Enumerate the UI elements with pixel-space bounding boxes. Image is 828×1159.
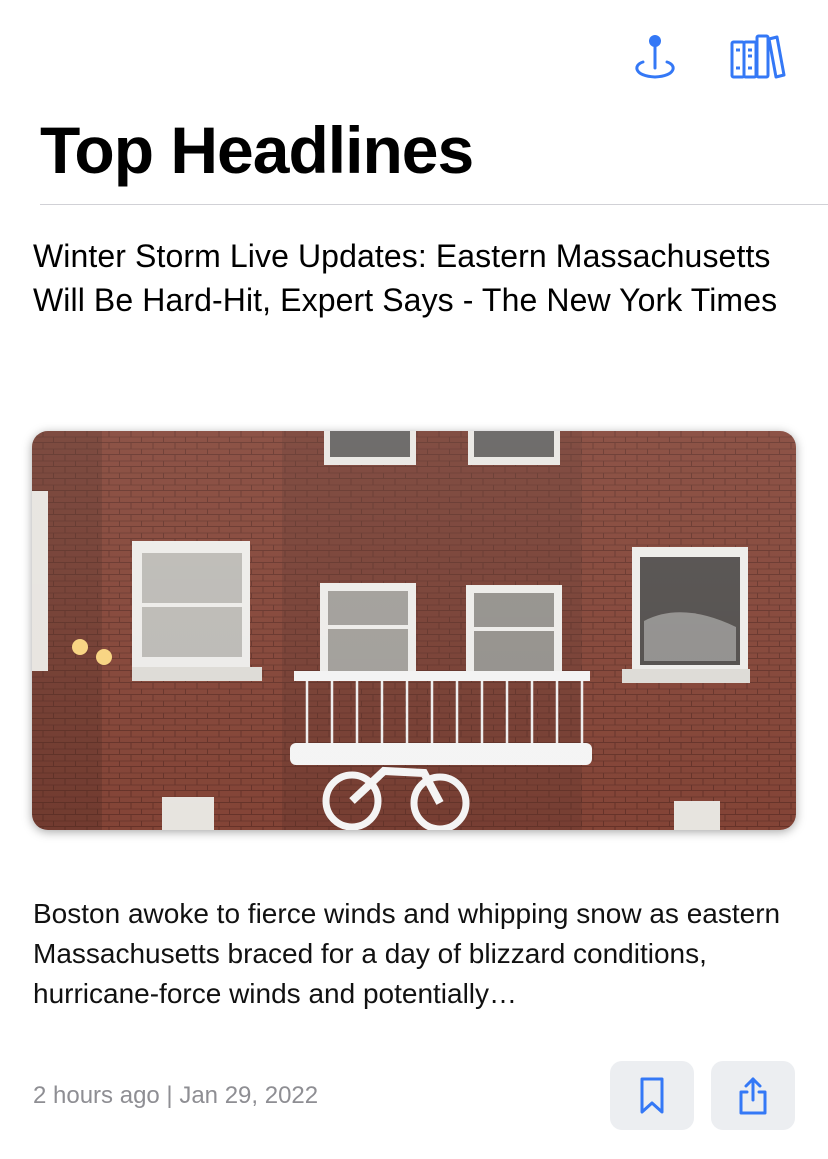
article-image[interactable]: [32, 431, 796, 830]
article-headline[interactable]: Winter Storm Live Updates: Eastern Massa…: [33, 234, 803, 322]
location-button[interactable]: [628, 32, 682, 84]
library-books-icon: [730, 34, 786, 79]
page-title: Top Headlines: [40, 113, 474, 187]
share-icon: [739, 1077, 767, 1114]
snowy-brick-building-photo: [32, 431, 796, 830]
title-divider: [40, 204, 828, 205]
library-button[interactable]: [726, 32, 786, 84]
bookmark-icon: [640, 1077, 664, 1113]
location-pin-icon: [635, 35, 675, 79]
bookmark-button[interactable]: [610, 1061, 694, 1130]
article-summary: Boston awoke to fierce winds and whippin…: [33, 898, 781, 1009]
share-button[interactable]: [711, 1061, 795, 1130]
article-timestamp: 2 hours ago | Jan 29, 2022: [33, 1082, 319, 1109]
